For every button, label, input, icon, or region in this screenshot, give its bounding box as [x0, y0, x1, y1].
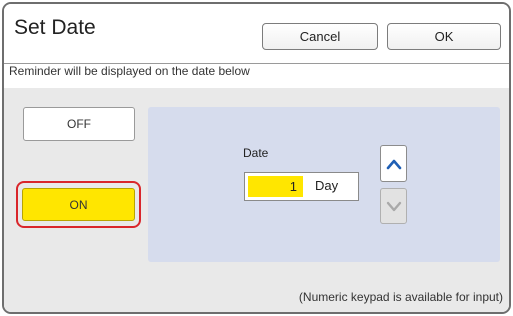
keypad-hint: (Numeric keypad is available for input)	[298, 290, 503, 304]
chevron-up-icon	[386, 159, 401, 169]
increment-button[interactable]	[380, 145, 407, 182]
off-button[interactable]: OFF	[23, 107, 135, 141]
chevron-down-icon	[386, 201, 401, 212]
cancel-button[interactable]: Cancel	[262, 23, 378, 50]
dialog-title: Set Date	[14, 16, 96, 39]
decrement-button[interactable]	[380, 188, 407, 224]
ok-button[interactable]: OK	[387, 23, 501, 50]
date-unit: Day	[315, 178, 339, 193]
on-button[interactable]: ON	[22, 188, 135, 221]
dialog-header: Set Date Cancel OK	[4, 4, 509, 60]
date-field[interactable]: 1 Day	[244, 172, 359, 201]
dialog-subtitle: Reminder will be displayed on the date b…	[9, 64, 250, 78]
date-label: Date	[243, 146, 269, 160]
date-value[interactable]: 1	[248, 176, 303, 197]
